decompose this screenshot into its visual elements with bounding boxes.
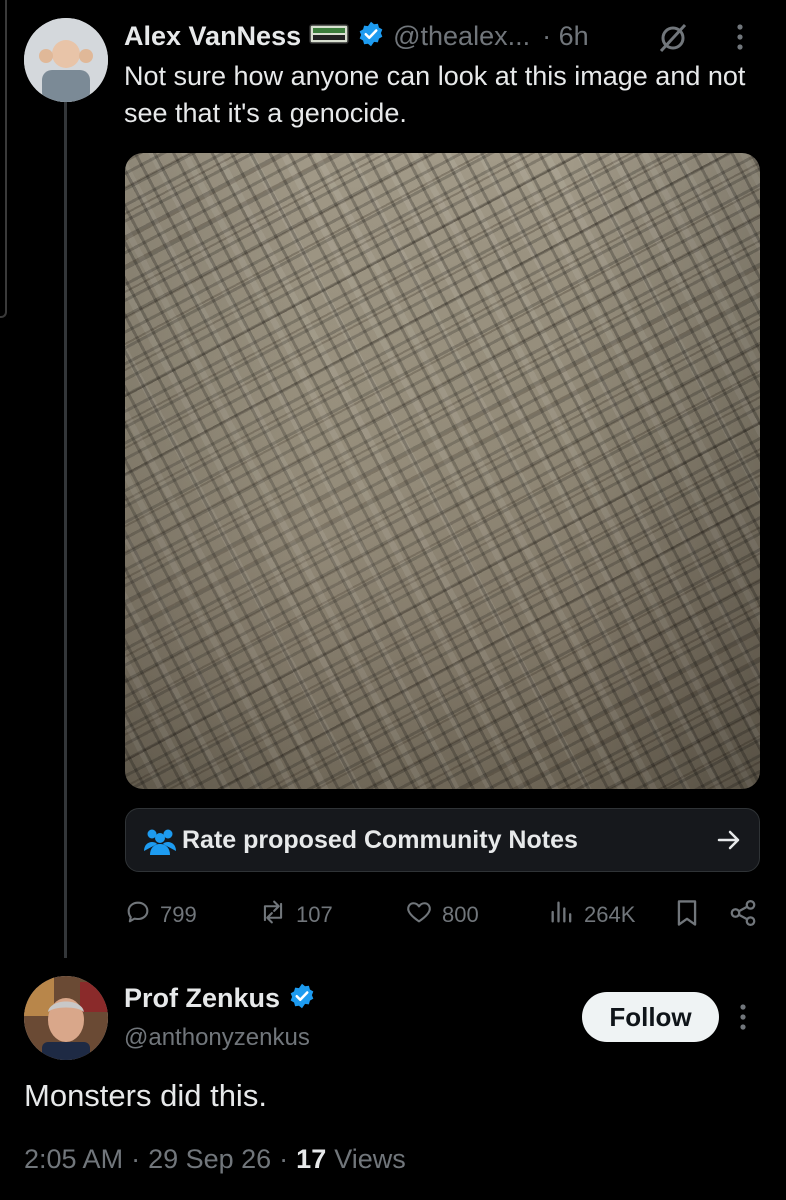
reply-avatar[interactable] <box>24 976 108 1060</box>
like-icon <box>404 898 434 932</box>
meta-separator: · <box>279 1144 289 1174</box>
repost-icon <box>258 898 288 932</box>
community-notes-icon <box>142 827 178 860</box>
author-name[interactable]: Alex VanNess <box>124 21 301 52</box>
meta-separator: · <box>131 1144 141 1174</box>
tweet-text: Not sure how anyone can look at this ima… <box>124 61 746 128</box>
views-button[interactable]: 264K <box>548 898 635 932</box>
reply-count: 799 <box>160 902 197 927</box>
community-notes-button[interactable]: Rate proposed Community Notes <box>125 808 760 872</box>
reply-author-name[interactable]: Prof Zenkus <box>124 983 280 1014</box>
share-icon[interactable] <box>728 898 758 933</box>
tweet-time[interactable]: · 6h <box>542 21 589 52</box>
like-button[interactable]: 800 <box>404 898 479 932</box>
reply-more-icon[interactable] <box>737 1000 749 1039</box>
grok-icon[interactable] <box>656 22 690 59</box>
community-notes-label: Rate proposed Community Notes <box>182 826 578 854</box>
bookmark-icon[interactable] <box>674 898 700 933</box>
reply-date[interactable]: 29 Sep 26 <box>148 1144 271 1175</box>
reply-time[interactable]: 2:05 AM <box>24 1144 123 1175</box>
tweet-header: Alex VanNess @thealex... · 6h <box>124 18 589 54</box>
arrow-right-icon <box>716 827 742 858</box>
reply-views-count: 17 <box>296 1144 327 1174</box>
reply-views-label: Views <box>334 1144 406 1174</box>
verified-badge-icon <box>288 982 316 1015</box>
reply-text: Monsters did this. <box>24 1078 267 1113</box>
avatar[interactable] <box>24 18 108 102</box>
repost-count: 107 <box>296 902 333 927</box>
ticket-badge-icon <box>309 23 349 50</box>
author-handle[interactable]: @thealex... <box>393 21 530 52</box>
follow-button[interactable]: Follow <box>582 992 719 1042</box>
views-icon <box>548 898 576 932</box>
tweet-image[interactable] <box>125 153 760 789</box>
reply-author-handle[interactable]: @anthonyzenkus <box>124 1024 310 1052</box>
more-icon[interactable] <box>734 20 746 59</box>
left-edge-divider <box>0 0 7 318</box>
reply-icon <box>124 898 152 932</box>
verified-badge-icon <box>357 20 385 53</box>
thread-connector-line <box>64 98 67 958</box>
like-count: 800 <box>442 902 479 927</box>
reply-meta: 2:05 AM · 29 Sep 26 · 17 Views <box>24 1144 406 1175</box>
repost-button[interactable]: 107 <box>258 898 333 932</box>
views-count: 264K <box>584 902 636 927</box>
reply-header: Prof Zenkus <box>124 980 316 1016</box>
reply-button[interactable]: 799 <box>124 898 197 932</box>
